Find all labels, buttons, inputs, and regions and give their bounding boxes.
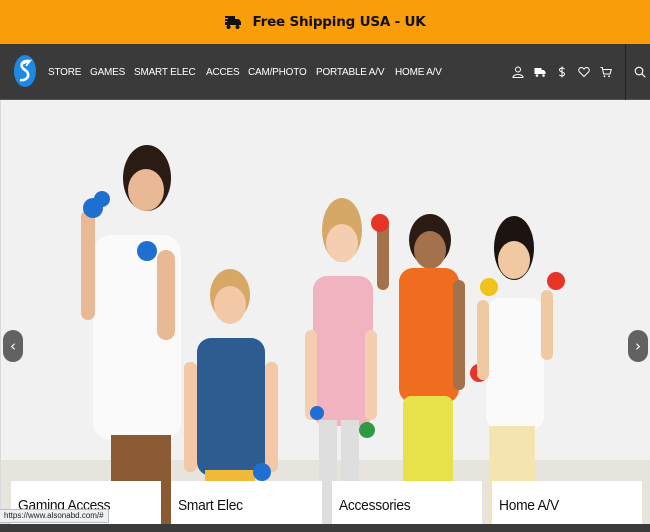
search-button[interactable] (630, 44, 650, 100)
wishlist-button[interactable] (573, 44, 595, 100)
nav-games[interactable]: GAMES (90, 66, 125, 78)
store-logo-icon[interactable] (13, 54, 37, 89)
truck-icon (534, 68, 546, 77)
nav-portable-av[interactable]: PORTABLE A/V (316, 66, 385, 78)
cart-button[interactable] (595, 44, 617, 100)
track-order-button[interactable] (529, 44, 551, 100)
user-icon (512, 66, 524, 78)
shipping-banner: Free Shipping USA - UK (0, 0, 650, 44)
search-icon (634, 66, 646, 78)
hero-slider: ‹ › Gaming Access Smart Elec Accessories… (0, 100, 650, 532)
main-menu: STORE GAMES SMART ELEC ACCES CAM/PHOTO P… (48, 44, 445, 100)
header-icons (507, 44, 650, 100)
chevron-left-icon: ‹ (10, 337, 16, 355)
chevron-right-icon: › (635, 337, 641, 355)
heart-icon (578, 66, 590, 78)
icon-divider (625, 44, 626, 100)
nav-cam-photo[interactable]: CAM/PHOTO (248, 66, 307, 78)
account-button[interactable] (507, 44, 529, 100)
nav-smart-elec[interactable]: SMART ELEC (134, 66, 196, 78)
status-bar-url: https://www.alsonabd.com/# (0, 509, 109, 523)
category-card-label: Smart Elec (178, 497, 243, 514)
main-navbar: STORE GAMES SMART ELEC ACCES CAM/PHOTO P… (0, 44, 650, 100)
slider-next-button[interactable]: › (628, 330, 648, 362)
category-card-label: Accessories (339, 497, 411, 514)
nav-acces[interactable]: ACCES (206, 66, 240, 78)
page-bottom-strip (0, 524, 650, 532)
dollar-icon (558, 66, 566, 78)
cart-icon (600, 67, 612, 78)
hero-image (1, 100, 650, 532)
delivery-truck-icon (224, 16, 242, 29)
currency-button[interactable] (551, 44, 573, 100)
slider-prev-button[interactable]: ‹ (3, 330, 23, 362)
shipping-message: Free Shipping USA - UK (252, 14, 426, 30)
nav-home-av[interactable]: HOME A/V (395, 66, 442, 78)
nav-store[interactable]: STORE (48, 66, 81, 78)
category-card-label: Home A/V (499, 497, 559, 514)
